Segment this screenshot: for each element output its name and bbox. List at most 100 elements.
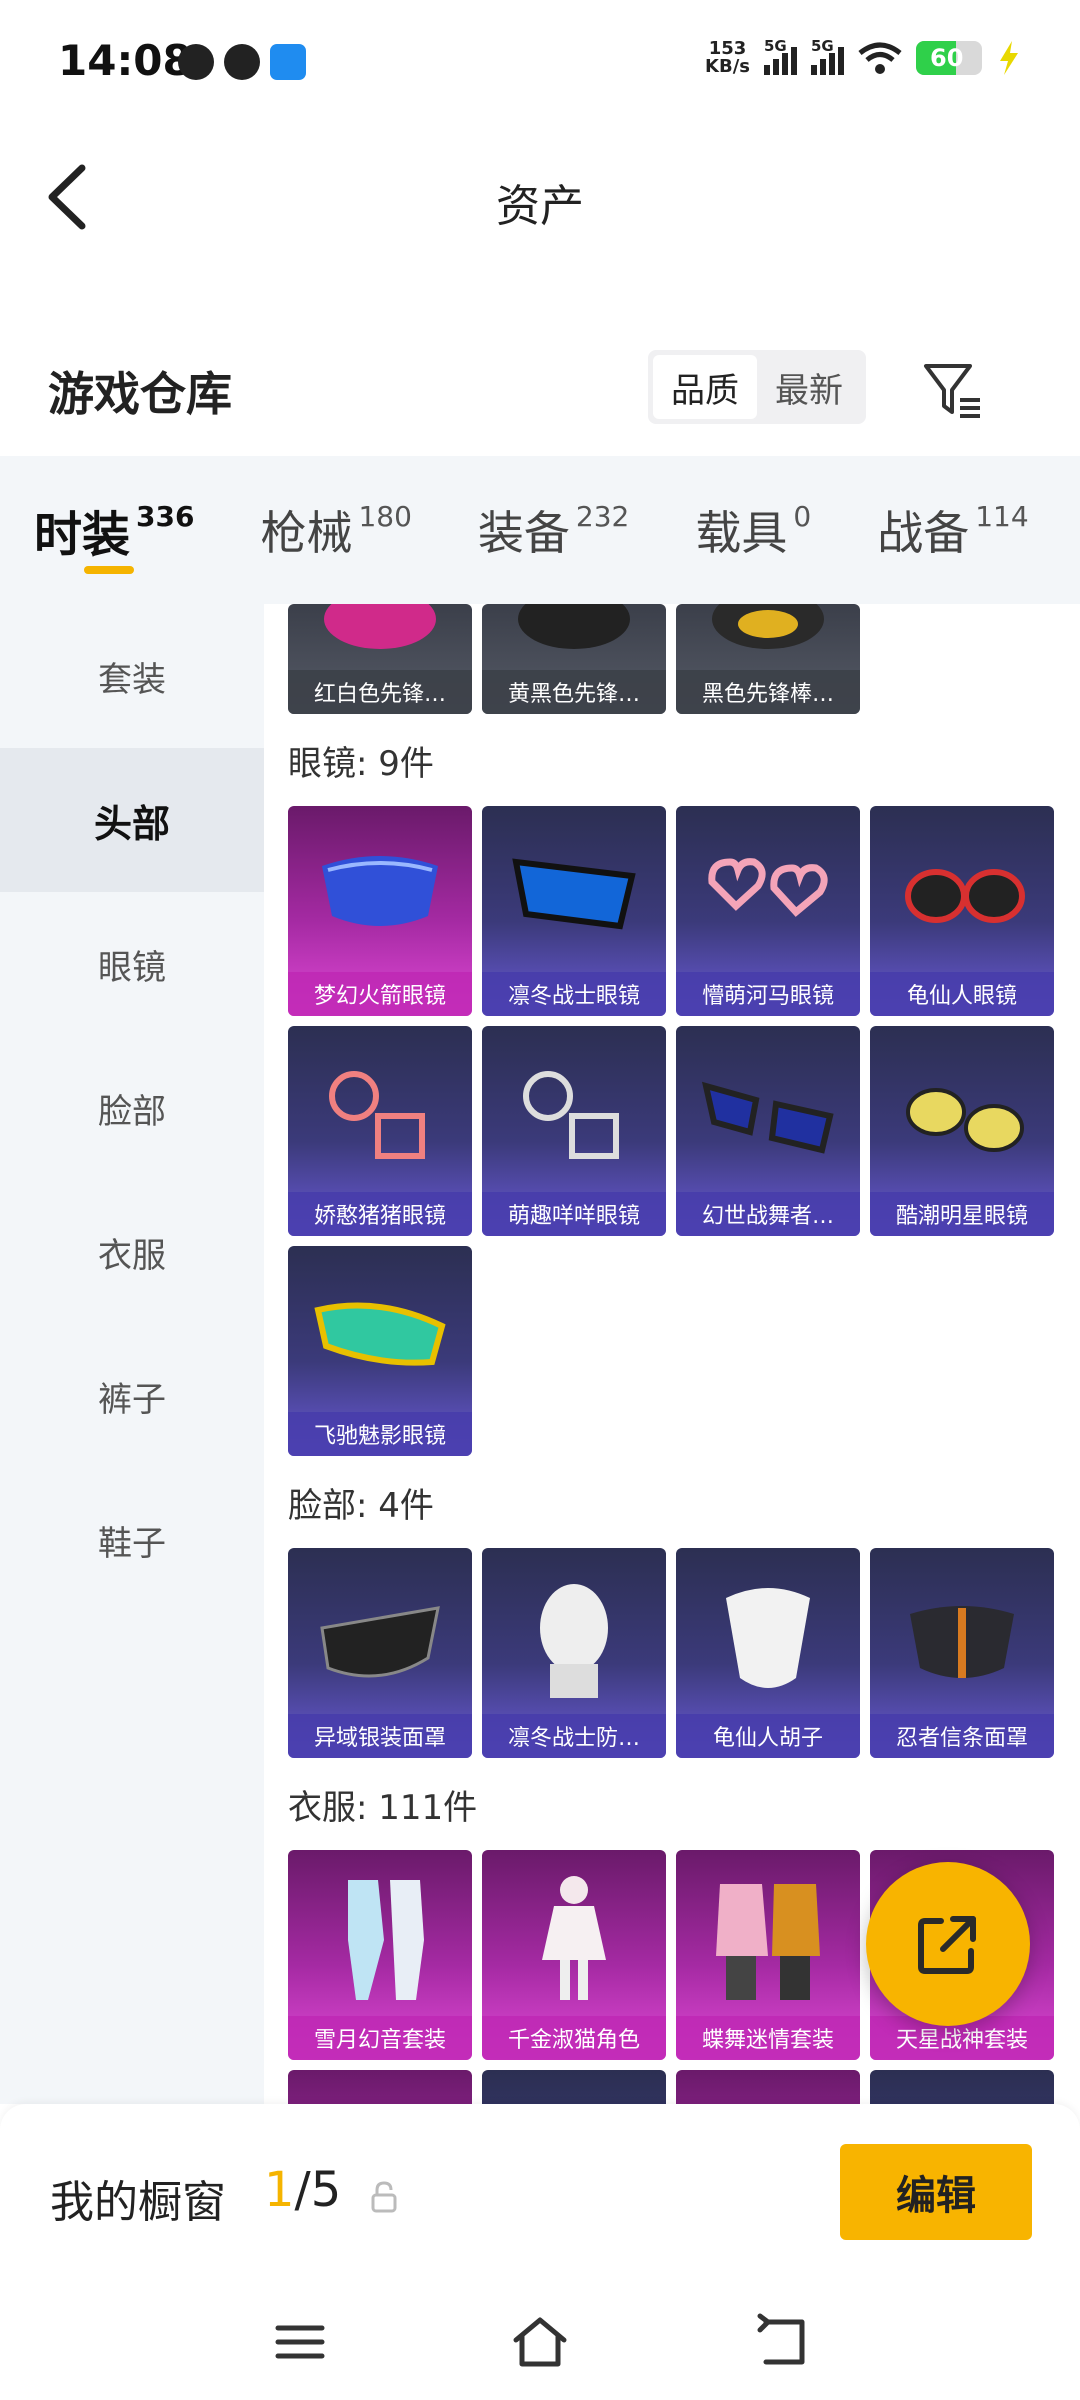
sunglasses-icon xyxy=(701,1081,834,1154)
item-card[interactable]: 懵萌河马眼镜 xyxy=(676,806,860,1016)
showcase-count: 1/5 xyxy=(264,2162,341,2218)
helmet-icon xyxy=(324,604,436,649)
item-card[interactable]: 龟仙人胡子 xyxy=(676,1548,860,1758)
sort-quality-button[interactable]: 品质 xyxy=(653,355,757,419)
tab-supplies[interactable]: 战备 114 xyxy=(877,456,1028,604)
sim1-label: 5G xyxy=(764,37,787,55)
status-bar: 14:08 153 KB/s 5G 5G 60 xyxy=(0,0,1080,130)
warehouse-title: 游戏仓库 xyxy=(48,367,232,421)
item-name: 幻世战舞者… xyxy=(676,1192,860,1236)
item-name: 凛冬战士眼镜 xyxy=(482,972,666,1016)
item-name: 黑色先锋棒… xyxy=(676,670,860,714)
tab-equipment[interactable]: 装备 232 xyxy=(478,456,629,604)
signal-icon-sim1: 5G xyxy=(764,37,797,75)
item-card[interactable]: 千金淑猫角色 xyxy=(482,1850,666,2060)
tab-guns[interactable]: 枪械 180 xyxy=(260,456,411,604)
item-card[interactable]: 龟仙人眼镜 xyxy=(870,806,1054,1016)
visor-glasses-icon xyxy=(322,856,438,926)
item-card[interactable]: 凛冬战士防… xyxy=(482,1548,666,1758)
head-items-grid: 红白色先锋… 黄黑色先锋… 黑色先锋棒… xyxy=(264,604,1080,714)
character-icon xyxy=(542,1876,606,2000)
subcategory-sidebar: 套装 头部 眼镜 脸部 衣服 裤子 鞋子 xyxy=(0,604,264,2104)
item-card[interactable]: 黄黑色先锋… xyxy=(482,604,666,714)
glasses-grid: 梦幻火箭眼镜 凛冬战士眼镜 懵萌河马眼镜 龟仙人眼镜 娇憨猪猪眼镜 萌趣咩咩眼镜 xyxy=(264,806,1080,1456)
item-card[interactable]: 雪月幻音套装 xyxy=(288,1850,472,2060)
item-card[interactable]: 凛冬战士眼镜 xyxy=(482,806,666,1016)
tab-fashion[interactable]: 时装 336 xyxy=(34,456,194,604)
mask-icon xyxy=(320,1606,440,1678)
menu-icon[interactable] xyxy=(270,2312,330,2372)
item-name: 蝶舞迷情套装 xyxy=(676,2016,860,2060)
item-name: 异域银装面罩 xyxy=(288,1714,472,1758)
tab-label: 装备 xyxy=(477,506,570,560)
sort-newest-button[interactable]: 最新 xyxy=(757,355,861,419)
item-card[interactable] xyxy=(482,2070,666,2104)
page-title: 资产 xyxy=(496,181,584,232)
app-notification-icon xyxy=(178,44,214,80)
item-name: 龟仙人胡子 xyxy=(676,1714,860,1758)
tab-label: 载具 xyxy=(695,506,788,560)
item-card[interactable]: 萌趣咩咩眼镜 xyxy=(482,1026,666,1236)
item-name: 酷潮明星眼镜 xyxy=(870,1192,1054,1236)
group-label-glasses: 眼镜: 9件 xyxy=(288,743,434,784)
item-name: 凛冬战士防… xyxy=(482,1714,666,1758)
tab-count: 180 xyxy=(358,499,412,533)
sidebar-item-glasses[interactable]: 眼镜 xyxy=(0,892,264,1036)
balaclava-icon xyxy=(540,1584,608,1698)
item-card[interactable]: 幻世战舞者… xyxy=(676,1026,860,1236)
item-card[interactable]: 黑色先锋棒… xyxy=(676,604,860,714)
item-card[interactable]: 忍者信条面罩 xyxy=(870,1548,1054,1758)
item-card[interactable] xyxy=(870,2070,1054,2104)
tab-count: 114 xyxy=(975,499,1029,533)
item-card[interactable]: 异域银装面罩 xyxy=(288,1548,472,1758)
showcase-total: /5 xyxy=(294,2162,342,2218)
item-card[interactable]: 红白色先锋… xyxy=(288,604,472,714)
filter-icon[interactable] xyxy=(920,356,986,422)
sidebar-item-suit[interactable]: 套装 xyxy=(0,604,264,748)
category-tabs: 时装 336 枪械 180 装备 232 载具 0 战备 114 xyxy=(0,456,1080,604)
wifi-icon xyxy=(858,42,902,74)
edit-button[interactable]: 编辑 xyxy=(840,2144,1032,2240)
round-glasses-icon xyxy=(329,1071,425,1159)
face-grid: 异域银装面罩 凛冬战士防… 龟仙人胡子 忍者信条面罩 xyxy=(264,1548,1080,1758)
item-card[interactable] xyxy=(676,2070,860,2104)
item-card[interactable]: 飞驰魅影眼镜 xyxy=(288,1246,472,1456)
showcase-label: 我的橱窗 xyxy=(50,2177,226,2228)
item-card[interactable]: 蝶舞迷情套装 xyxy=(676,1850,860,2060)
back-icon[interactable] xyxy=(752,2312,812,2372)
sidebar-item-head[interactable]: 头部 xyxy=(0,748,264,892)
item-name: 千金淑猫角色 xyxy=(482,2016,666,2060)
item-name: 龟仙人眼镜 xyxy=(870,972,1054,1016)
item-card[interactable]: 梦幻火箭眼镜 xyxy=(288,806,472,1016)
item-card[interactable]: 酷潮明星眼镜 xyxy=(870,1026,1054,1236)
tab-label: 战备 xyxy=(877,506,970,560)
header: 资产 xyxy=(0,130,1080,260)
visor-glasses-icon xyxy=(314,1302,446,1366)
sidebar-item-clothes[interactable]: 衣服 xyxy=(0,1180,264,1324)
active-tab-indicator xyxy=(84,566,134,574)
item-name: 红白色先锋… xyxy=(288,670,472,714)
outfit-icon xyxy=(716,1884,820,2000)
status-left-icons xyxy=(178,44,306,80)
sidebar-item-shoes[interactable]: 鞋子 xyxy=(0,1468,264,1612)
mask-icon xyxy=(910,1606,1014,1678)
outfit-icon xyxy=(348,1880,424,2000)
home-icon[interactable] xyxy=(510,2312,570,2372)
status-right-icons: 153 KB/s 5G 5G 60 xyxy=(705,37,1020,76)
sunglasses-icon xyxy=(905,869,1025,923)
lock-icon[interactable] xyxy=(370,2180,398,2214)
item-card[interactable] xyxy=(288,2070,472,2104)
tab-label: 时装 xyxy=(34,507,131,563)
helmet-icon xyxy=(518,604,630,649)
item-card[interactable]: 娇憨猪猪眼镜 xyxy=(288,1026,472,1236)
sidebar-item-face[interactable]: 脸部 xyxy=(0,1036,264,1180)
share-button[interactable] xyxy=(866,1862,1030,2026)
share-icon xyxy=(918,1916,976,1974)
sidebar-item-pants[interactable]: 裤子 xyxy=(0,1324,264,1468)
tab-label: 枪械 xyxy=(260,506,353,560)
item-name: 懵萌河马眼镜 xyxy=(676,972,860,1016)
tab-vehicles[interactable]: 载具 0 xyxy=(695,456,811,604)
charging-icon xyxy=(1000,41,1018,75)
item-name: 忍者信条面罩 xyxy=(870,1714,1054,1758)
signal-icon-sim2: 5G xyxy=(811,37,844,75)
